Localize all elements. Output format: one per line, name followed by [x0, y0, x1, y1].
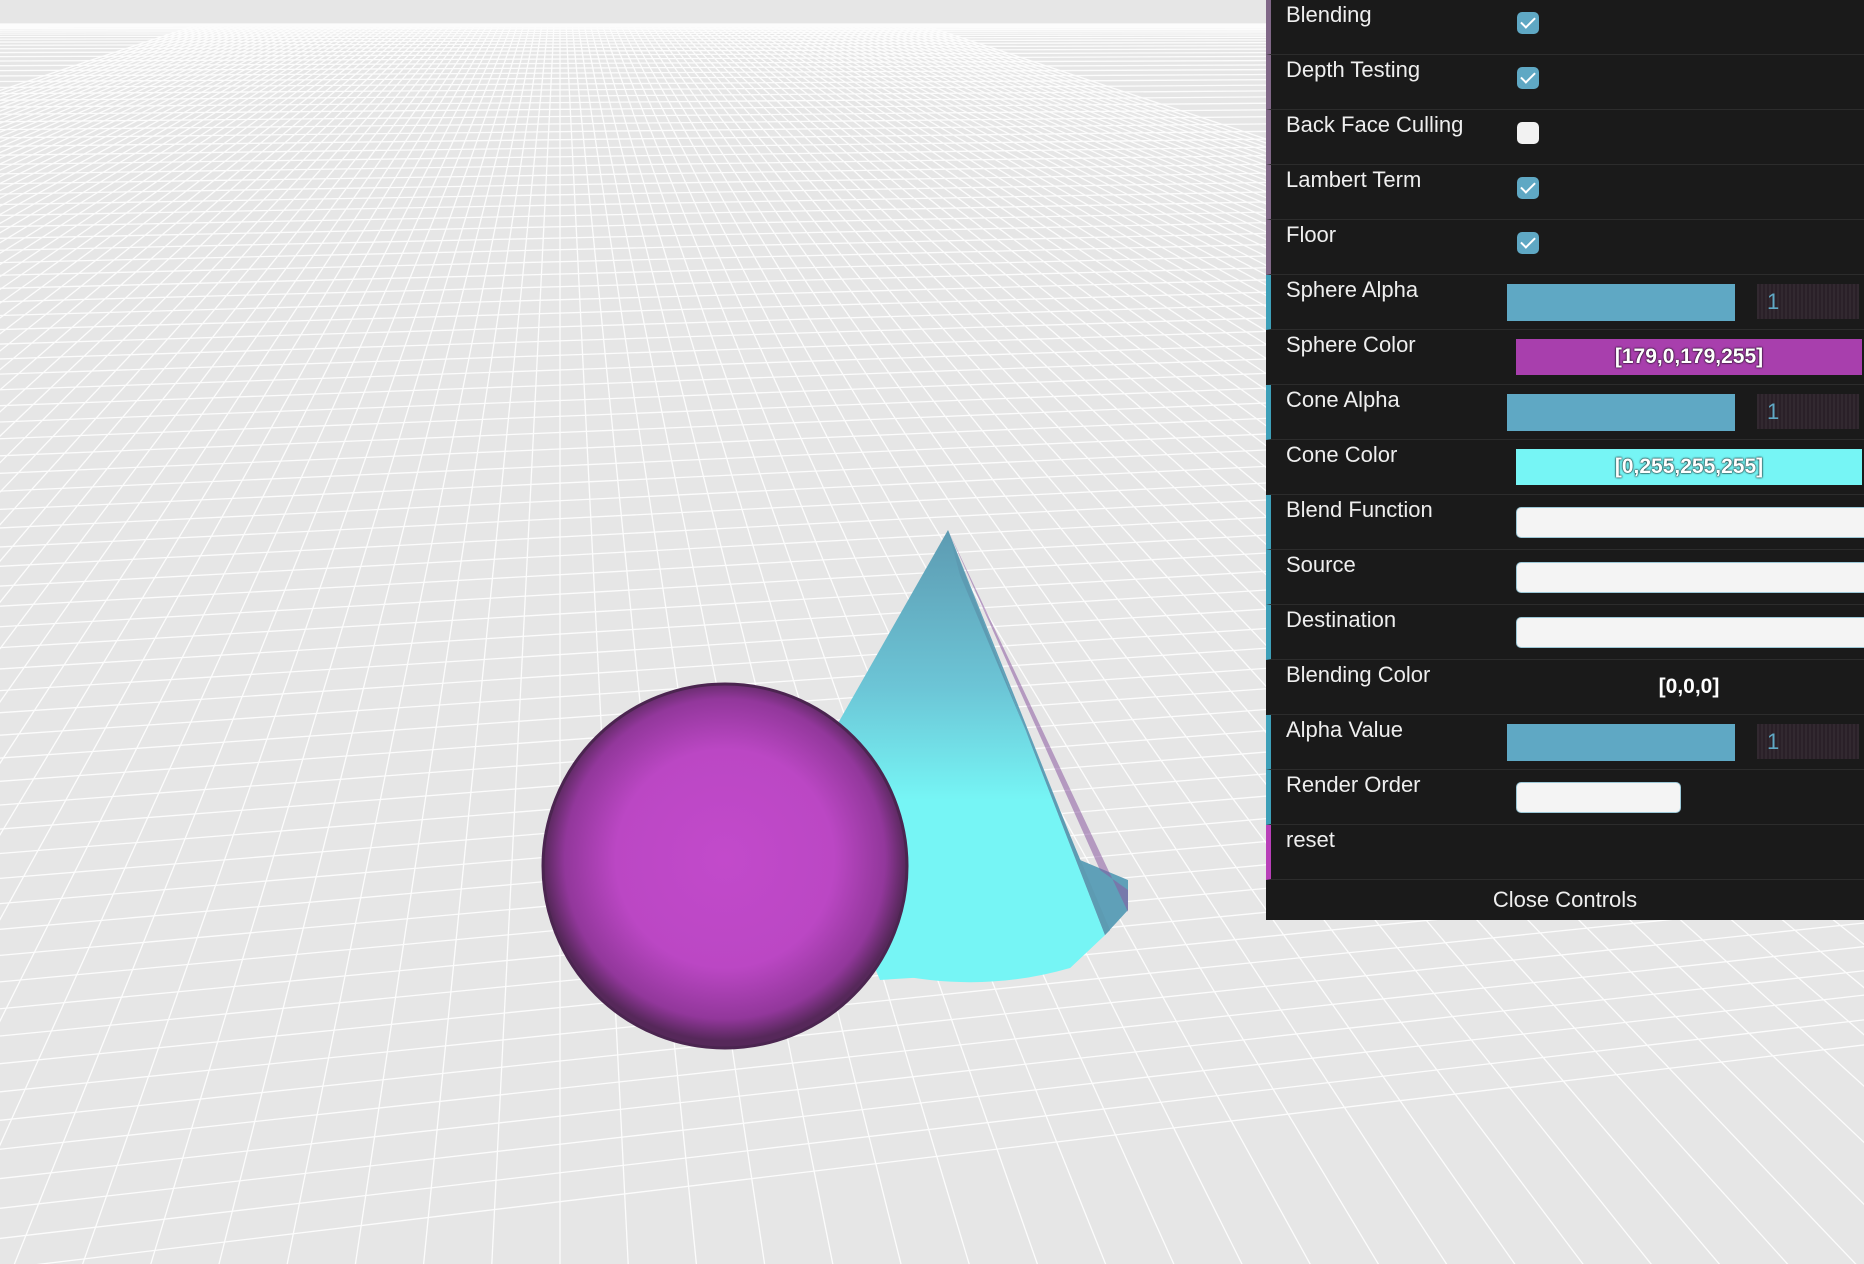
alpha-value-slider[interactable] — [1507, 724, 1735, 761]
floor-checkbox[interactable] — [1517, 232, 1539, 254]
control-depth-testing[interactable]: Depth Testing — [1266, 55, 1864, 110]
cone-color-label: Cone Color — [1286, 442, 1398, 467]
cone-color-input[interactable]: [0,255,255,255] — [1516, 449, 1862, 485]
destination-select[interactable] — [1516, 617, 1864, 648]
render-order-select[interactable] — [1516, 782, 1681, 813]
control-sphere-alpha: Sphere Alpha 1 — [1266, 275, 1864, 330]
control-alpha-value: Alpha Value 1 — [1266, 715, 1864, 770]
control-render-order: Render Order — [1266, 770, 1864, 825]
floor-label: Floor — [1286, 222, 1337, 247]
control-lambert-term[interactable]: Lambert Term — [1266, 165, 1864, 220]
source-select[interactable] — [1516, 562, 1864, 593]
blending-checkbox[interactable] — [1517, 12, 1539, 34]
control-floor[interactable]: Floor — [1266, 220, 1864, 275]
sphere-alpha-slider[interactable] — [1507, 284, 1735, 321]
control-sphere-color: Sphere Color [179,0,179,255] — [1266, 330, 1864, 385]
back-face-culling-checkbox[interactable] — [1517, 122, 1539, 144]
blending-color-input[interactable]: [0,0,0] — [1516, 669, 1862, 705]
controls-panel: Blending Depth Testing Back Face Culling… — [1266, 0, 1864, 920]
control-cone-color: Cone Color [0,255,255,255] — [1266, 440, 1864, 495]
sphere — [541, 682, 909, 1050]
cone-alpha-label: Cone Alpha — [1286, 387, 1400, 412]
control-blend-function: Blend Function — [1266, 495, 1864, 550]
render-order-label: Render Order — [1286, 772, 1421, 797]
control-back-face-culling[interactable]: Back Face Culling — [1266, 110, 1864, 165]
sphere-color-input[interactable]: [179,0,179,255] — [1516, 339, 1862, 375]
control-blending-color: Blending Color [0,0,0] — [1266, 660, 1864, 715]
destination-label: Destination — [1286, 607, 1397, 632]
alpha-value-label: Alpha Value — [1286, 717, 1404, 742]
control-source: Source — [1266, 550, 1864, 605]
control-destination: Destination — [1266, 605, 1864, 660]
sphere-alpha-input[interactable]: 1 — [1757, 284, 1859, 319]
control-cone-alpha: Cone Alpha 1 — [1266, 385, 1864, 440]
alpha-value-input[interactable]: 1 — [1757, 724, 1859, 759]
blend-function-select[interactable] — [1516, 507, 1864, 538]
depth-testing-checkbox[interactable] — [1517, 67, 1539, 89]
sphere-color-label: Sphere Color — [1286, 332, 1416, 357]
depth-testing-label: Depth Testing — [1286, 57, 1421, 82]
cone-alpha-input[interactable]: 1 — [1757, 394, 1859, 429]
blend-function-label: Blend Function — [1286, 497, 1433, 522]
blending-color-label: Blending Color — [1286, 662, 1431, 687]
sphere-alpha-label: Sphere Alpha — [1286, 277, 1419, 302]
reset-button[interactable]: reset — [1266, 825, 1864, 880]
lambert-term-label: Lambert Term — [1286, 167, 1422, 192]
close-controls-button[interactable]: Close Controls — [1266, 880, 1864, 920]
source-label: Source — [1286, 552, 1356, 577]
cone-alpha-slider[interactable] — [1507, 394, 1735, 431]
back-face-culling-label: Back Face Culling — [1286, 112, 1464, 137]
blending-label: Blending — [1286, 2, 1372, 27]
reset-label: reset — [1286, 827, 1335, 852]
control-blending[interactable]: Blending — [1266, 0, 1864, 55]
lambert-term-checkbox[interactable] — [1517, 177, 1539, 199]
